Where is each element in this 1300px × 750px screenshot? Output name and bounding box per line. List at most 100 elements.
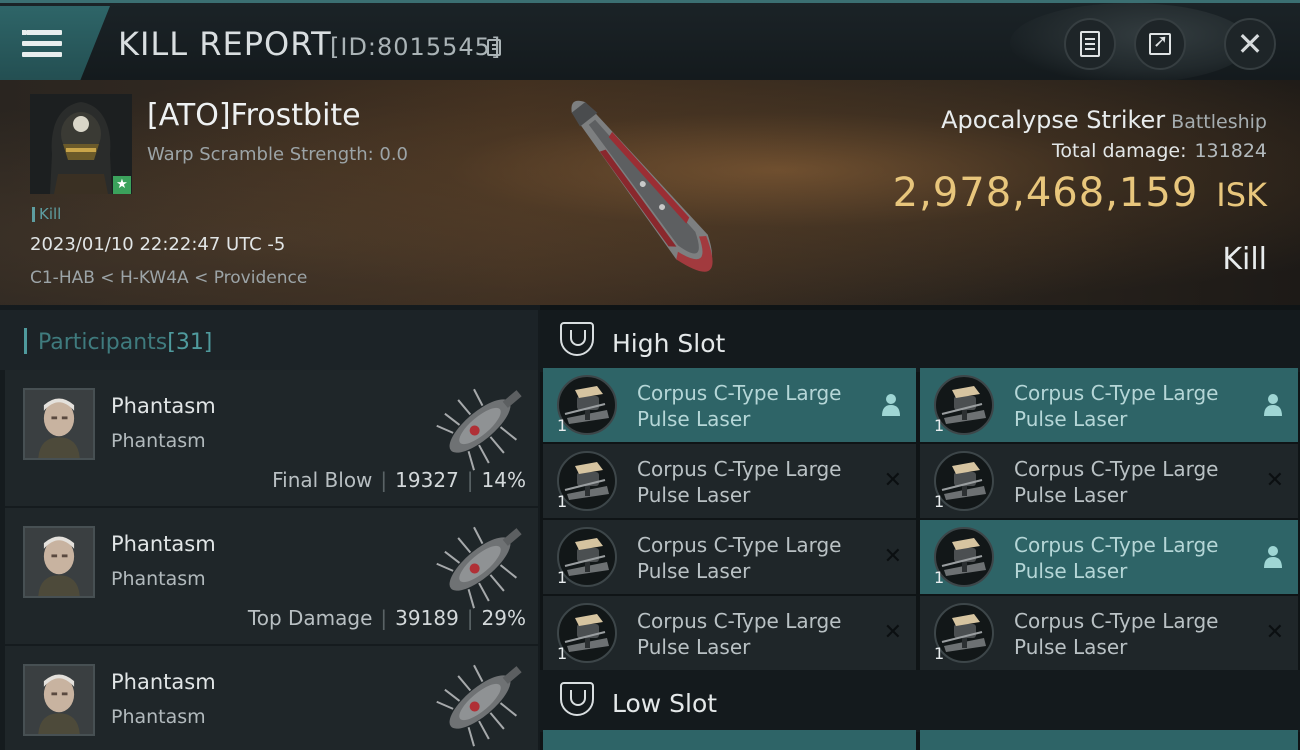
participant-row[interactable]: Phantasm Phantasm Top Damage | 39189 | 29%: [5, 508, 538, 646]
menu-button[interactable]: [0, 6, 110, 83]
kill-outcome: Kill: [1222, 242, 1267, 277]
module-tile[interactable]: 1 Corpus C-Type Large Pulse Laser ✕: [543, 596, 916, 670]
share-button[interactable]: [1134, 18, 1186, 70]
module-name: Corpus C-Type Large Pulse Laser: [1014, 457, 1219, 507]
participant-damage: 39189: [395, 606, 459, 630]
participant-name: Phantasm: [111, 532, 216, 556]
participant-ship-icon[interactable]: [425, 654, 535, 750]
participants-title: Participants[31]: [38, 330, 213, 355]
isk-value-row: 2,978,468,159 ISK: [893, 170, 1267, 216]
module-name: Corpus C-Type Large Pulse Laser: [637, 457, 842, 507]
copy-icon[interactable]: [487, 39, 501, 56]
module-tile[interactable]: 1 Corpus C-Type Large Pulse Laser: [920, 368, 1298, 442]
module-tile[interactable]: 1 Corpus C-Type Large Pulse Laser ✕: [543, 444, 916, 518]
destroyed-icon: ✕: [1265, 620, 1284, 645]
kill-tag: Kill: [32, 207, 61, 222]
participant-label: Final Blow: [272, 468, 373, 492]
kill-datetime: 2023/01/10 22:22:47 UTC -5: [30, 234, 286, 255]
participant-ship-name: Phantasm: [111, 430, 206, 452]
participant-name: Phantasm: [111, 670, 216, 694]
module-quantity: 1: [934, 644, 945, 663]
module-tile[interactable]: [920, 730, 1298, 750]
participant-avatar[interactable]: [23, 526, 95, 598]
person-icon: [1262, 544, 1284, 570]
participants-count: [31]: [167, 330, 213, 355]
module-name: Corpus C-Type Large Pulse Laser: [1014, 609, 1219, 659]
report-id: [ID:8015545]: [330, 33, 502, 61]
share-icon: [1149, 31, 1171, 55]
high-slot-header: High Slot: [540, 310, 1300, 372]
module-tile[interactable]: 1 Corpus C-Type Large Pulse Laser ✕: [920, 444, 1298, 518]
header-bar: KILL REPORT [ID:8015545] ✕: [0, 0, 1300, 83]
document-icon: [1080, 31, 1100, 57]
participant-stats: Final Blow | 19327 | 14%: [272, 468, 526, 492]
module-tile[interactable]: [543, 730, 916, 750]
participants-header[interactable]: Participants[31]: [0, 310, 538, 370]
isk-unit: ISK: [1216, 176, 1267, 214]
ship-class: Battleship: [1171, 111, 1267, 133]
participant-ship-name: Phantasm: [111, 706, 206, 728]
page-title: KILL REPORT: [118, 25, 332, 63]
participant-row[interactable]: Phantasm Phantasm: [5, 646, 538, 750]
destroyed-icon: ✕: [1265, 468, 1284, 493]
destroyed-icon: ✕: [883, 620, 902, 645]
close-icon: ✕: [1236, 25, 1264, 63]
participant-percent: 14%: [481, 468, 526, 492]
module-quantity: 1: [934, 568, 945, 587]
high-slot-modules: 1 Corpus C-Type Large Pulse Laser 1 Corpus …: [543, 368, 1300, 670]
participants-list: Phantasm Phantasm Final Blow | 19327 | 14% Phan…: [5, 370, 538, 750]
module-tile[interactable]: 1 Corpus C-Type Large Pulse Laser: [543, 368, 916, 442]
warp-scramble: Warp Scramble Strength: 0.0: [147, 144, 409, 165]
ship-name[interactable]: Apocalypse Striker Battleship: [941, 106, 1267, 134]
module-name: Corpus C-Type Large Pulse Laser: [637, 609, 842, 659]
participant-avatar[interactable]: [23, 388, 95, 460]
low-slot-modules: [543, 730, 1300, 750]
destroyed-icon: ✕: [883, 544, 902, 569]
low-slot-label: Low Slot: [612, 689, 718, 718]
participant-name: Phantasm: [111, 394, 216, 418]
low-slot-header: Low Slot: [540, 670, 1300, 732]
participant-label: Top Damage: [247, 606, 373, 630]
isk-value: 2,978,468,159: [892, 170, 1199, 216]
participant-percent: 29%: [481, 606, 526, 630]
fitting-panel: High Slot 1 Corpus C-Type Large Pulse Las…: [540, 305, 1300, 750]
module-quantity: 1: [557, 416, 568, 435]
module-name: Corpus C-Type Large Pulse Laser: [1014, 381, 1219, 431]
person-icon: [1262, 392, 1284, 418]
victim-banner: ★ [ATO]Frostbite Warp Scramble Strength:…: [0, 80, 1300, 305]
participant-row[interactable]: Phantasm Phantasm Final Blow | 19327 | 14%: [5, 370, 538, 508]
high-slot-label: High Slot: [612, 329, 726, 358]
module-tile[interactable]: 1 Corpus C-Type Large Pulse Laser: [920, 520, 1298, 594]
module-tile[interactable]: 1 Corpus C-Type Large Pulse Laser ✕: [543, 520, 916, 594]
participant-damage: 19327: [395, 468, 459, 492]
participant-ship-name: Phantasm: [111, 568, 206, 590]
low-slot-icon: [560, 682, 594, 716]
module-tile[interactable]: 1 Corpus C-Type Large Pulse Laser ✕: [920, 596, 1298, 670]
module-quantity: 1: [934, 492, 945, 511]
report-button[interactable]: [1064, 18, 1116, 70]
ship-name-text: Apocalypse Striker: [941, 106, 1166, 134]
total-damage-label: Total damage:: [1052, 140, 1187, 162]
module-name: Corpus C-Type Large Pulse Laser: [1014, 533, 1219, 583]
module-quantity: 1: [557, 568, 568, 587]
close-button[interactable]: ✕: [1224, 18, 1276, 70]
participant-avatar[interactable]: [23, 664, 95, 736]
destroyed-icon: ✕: [883, 468, 902, 493]
ship-decoration: [1010, 3, 1250, 83]
participant-ship-icon[interactable]: [425, 378, 535, 474]
module-quantity: 1: [557, 492, 568, 511]
module-quantity: 1: [934, 416, 945, 435]
menu-icon: [22, 30, 62, 60]
person-icon: [880, 392, 902, 418]
module-quantity: 1: [557, 644, 568, 663]
participant-stats: Top Damage | 39189 | 29%: [247, 606, 526, 630]
module-name: Corpus C-Type Large Pulse Laser: [637, 533, 842, 583]
participants-panel: Participants[31] Phantasm Phantasm Final B…: [0, 305, 540, 750]
victim-name[interactable]: [ATO]Frostbite: [147, 98, 361, 133]
kill-location[interactable]: C1-HAB < H-KW4A < Providence: [30, 268, 307, 288]
module-name: Corpus C-Type Large Pulse Laser: [637, 381, 842, 431]
high-slot-icon: [560, 322, 594, 356]
total-damage-value: 131824: [1194, 140, 1267, 162]
participant-ship-icon[interactable]: [425, 516, 535, 612]
status-badge: ★: [113, 176, 131, 194]
